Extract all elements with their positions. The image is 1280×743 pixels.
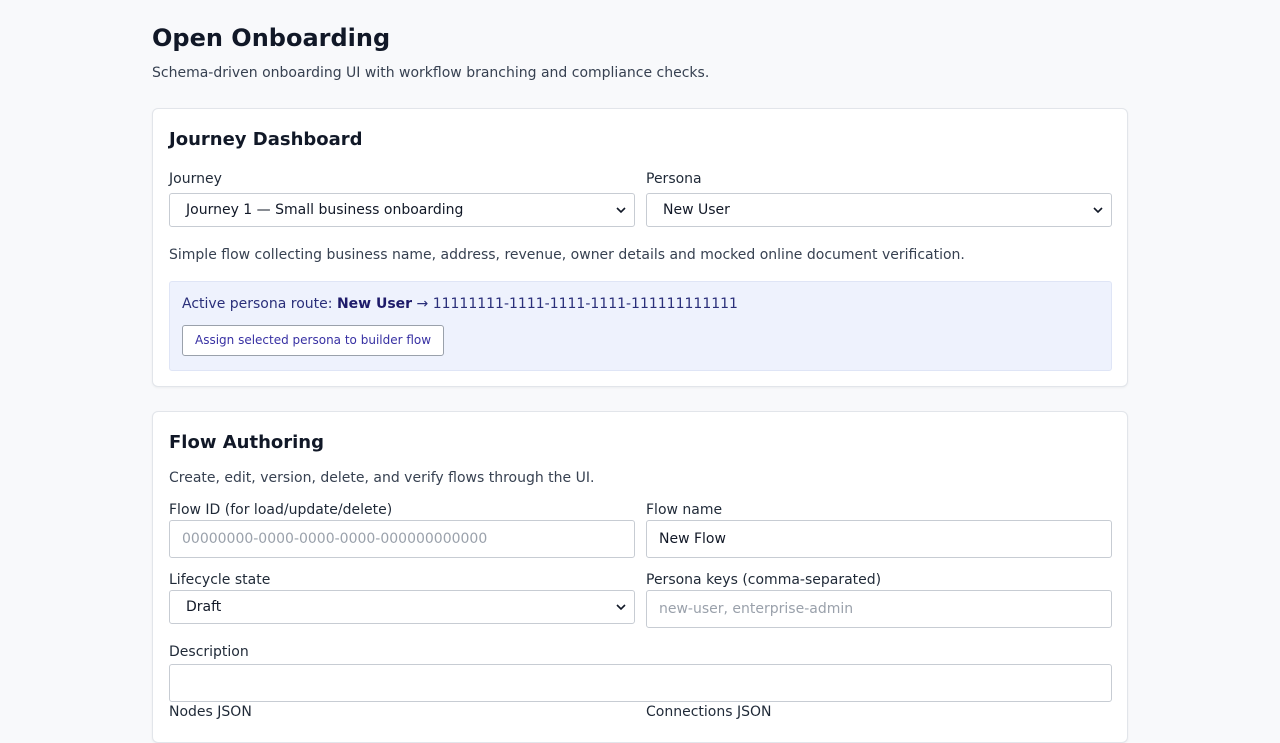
journey-description: Simple flow collecting business name, ad… — [169, 247, 965, 263]
flow-authoring-card: Flow Authoring Create, edit, version, de… — [152, 411, 1128, 743]
journey-dashboard-card: Journey Dashboard Journey Journey 1 — Sm… — [152, 108, 1128, 387]
lifecycle-select-value: Draft — [186, 599, 222, 615]
connections-json-label: Connections JSON — [646, 704, 772, 720]
flow-authoring-heading: Flow Authoring — [169, 432, 325, 453]
nodes-json-label: Nodes JSON — [169, 704, 252, 720]
route-arrow: → — [416, 296, 429, 312]
active-route-panel: Active persona route: New User → 1111111… — [169, 281, 1112, 371]
persona-select[interactable]: New User — [646, 193, 1112, 227]
route-flow-id: 11111111-1111-1111-1111-111111111111 — [432, 296, 738, 312]
route-persona: New User — [336, 296, 413, 312]
flow-id-label: Flow ID (for load/update/delete) — [169, 502, 393, 518]
active-route-text: Active persona route: New User → 1111111… — [182, 296, 738, 312]
assign-persona-button[interactable]: Assign selected persona to builder flow — [182, 325, 445, 356]
flow-id-input[interactable]: 00000000-0000-0000-0000-000000000000 — [169, 520, 635, 558]
lifecycle-select[interactable]: Draft — [169, 590, 635, 624]
description-label: Description — [169, 644, 249, 660]
persona-label: Persona — [646, 171, 702, 187]
lifecycle-label: Lifecycle state — [169, 572, 271, 588]
persona-keys-label: Persona keys (comma-separated) — [646, 572, 882, 588]
chevron-down-icon — [616, 207, 626, 214]
chevron-down-icon — [1093, 207, 1103, 214]
flow-authoring-description: Create, edit, version, delete, and verif… — [169, 470, 595, 486]
route-prefix: Active persona route: — [182, 296, 333, 312]
description-input[interactable] — [169, 664, 1112, 702]
journey-dashboard-heading: Journey Dashboard — [169, 129, 363, 150]
persona-keys-input[interactable]: new-user, enterprise-admin — [646, 590, 1112, 628]
journey-select-value: Journey 1 — Small business onboarding — [186, 202, 464, 218]
journey-select[interactable]: Journey 1 — Small business onboarding — [169, 193, 635, 227]
flow-name-input[interactable]: New Flow — [646, 520, 1112, 558]
page-subtitle: Schema-driven onboarding UI with workflo… — [152, 65, 710, 81]
flow-name-label: Flow name — [646, 502, 723, 518]
chevron-down-icon — [616, 604, 626, 611]
page-title: Open Onboarding — [152, 24, 391, 52]
journey-label: Journey — [169, 171, 222, 187]
persona-select-value: New User — [663, 202, 730, 218]
